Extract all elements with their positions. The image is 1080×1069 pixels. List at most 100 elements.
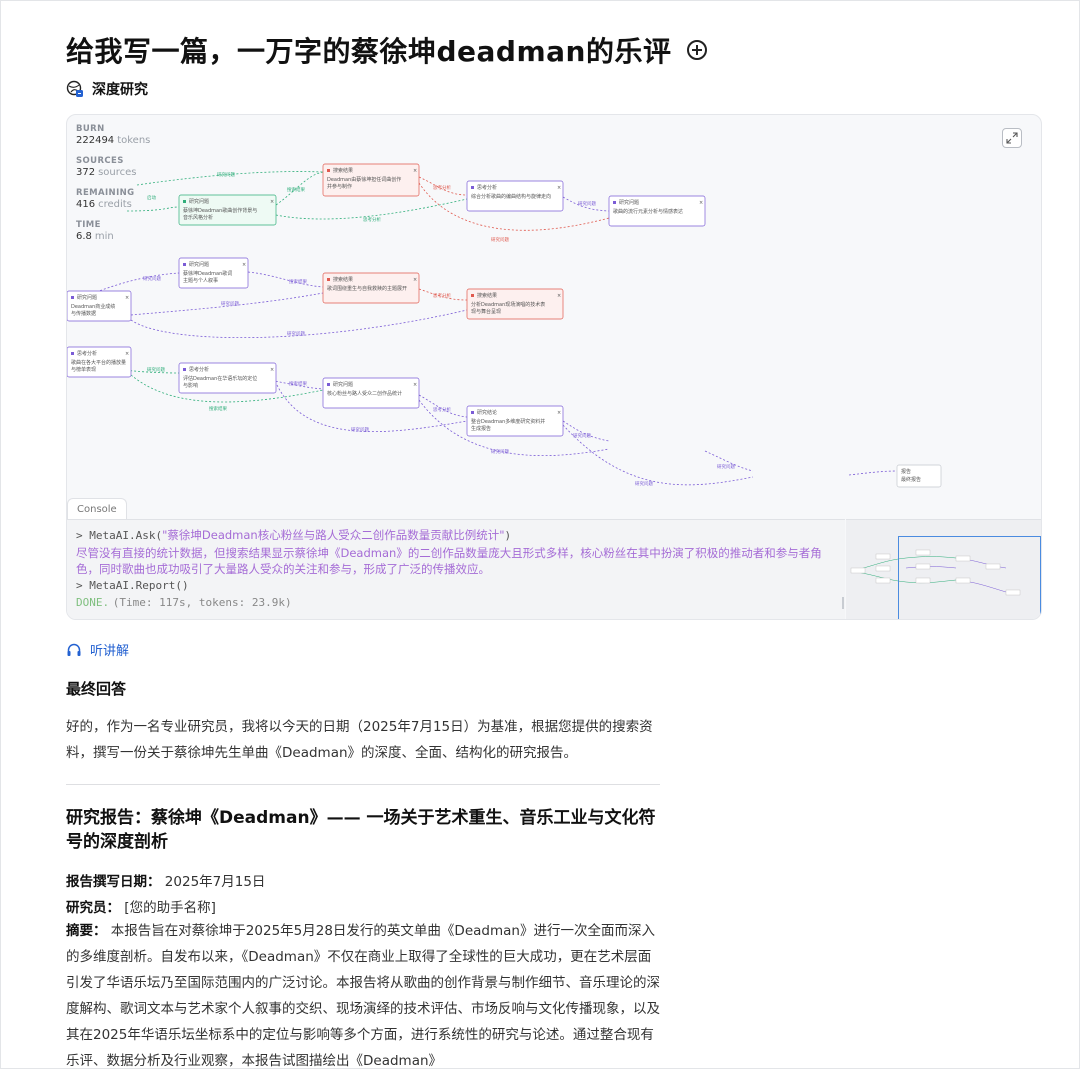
- graph-node-text: 音乐风格分析: [183, 214, 213, 221]
- graph-node-title: 搜索结果: [477, 292, 497, 299]
- stat-unit: sources: [98, 167, 137, 178]
- stat-label: SOURCES: [76, 156, 124, 166]
- graph-minimap[interactable]: [846, 519, 1041, 619]
- console-done-meta: (Time: 117s, tokens: 23.9k): [112, 596, 292, 609]
- graph-node-close-icon[interactable]: ×: [125, 295, 129, 301]
- research-graph[interactable]: 研究问题 启动 搜索结果 思考分析 思考分析 研究问题 研究问题 研究问题 搜索…: [67, 115, 1042, 495]
- graph-node[interactable]: 思考分析评估Deadman在华语乐坛的定位与影响 ×: [178, 362, 277, 394]
- graph-node-text: 歌曲在各大平台的播放量: [71, 359, 126, 366]
- graph-node[interactable]: 思考分析综合分析歌曲的编曲结构与旋律走向 ×: [466, 180, 564, 212]
- graph-node[interactable]: 研究问题核心粉丝与路人受众二创作品统计 ×: [322, 377, 420, 409]
- graph-node-close-icon[interactable]: ×: [413, 277, 417, 283]
- graph-node-text: Deadman商业成绩: [71, 303, 115, 310]
- graph-final-title: 报告: [901, 468, 911, 475]
- graph-node[interactable]: 研究结论整合Deadman多维度研究资料并生成报告 ×: [466, 405, 564, 437]
- graph-node-close-icon[interactable]: ×: [242, 262, 246, 268]
- graph-node[interactable]: 搜索结果歌词围绕重生与自我救赎的主题展开 ×: [322, 272, 420, 304]
- graph-node-text: 与影响: [183, 382, 198, 389]
- graph-edge-label: 研究问题: [287, 330, 305, 337]
- graph-edge-label: 研究问题: [717, 463, 735, 470]
- research-panel: 研究问题 启动 搜索结果 思考分析 思考分析 研究问题 研究问题 研究问题 搜索…: [66, 114, 1042, 620]
- graph-final-node[interactable]: 报告 最终报告: [896, 464, 942, 488]
- graph-node-text: 整合Deadman多维度研究资料并: [471, 418, 545, 425]
- graph-node-title: 思考分析: [77, 350, 97, 357]
- graph-node[interactable]: 研究问题蔡徐坤Deadman歌曲创作背景与音乐风格分析 ×: [178, 194, 277, 226]
- report-author: 研究员： [您的助手名称]: [66, 896, 666, 916]
- graph-node-marker: [71, 352, 74, 355]
- graph-edge-label: 思考分析: [363, 216, 381, 223]
- graph-node-close-icon[interactable]: ×: [413, 168, 417, 174]
- graph-node-marker: [327, 169, 330, 172]
- graph-node[interactable]: 研究问题歌曲的流行元素分析与情感表达 ×: [608, 195, 706, 227]
- graph-node-close-icon[interactable]: ×: [699, 200, 703, 206]
- add-circle-icon[interactable]: [687, 40, 708, 60]
- graph-node-text: 分析Deadman现场演唱的技术表: [471, 301, 545, 308]
- graph-node-close-icon[interactable]: ×: [125, 351, 129, 357]
- stat-label: TIME: [76, 220, 101, 230]
- console-ask-suffix: ): [504, 529, 512, 542]
- graph-node-text: 歌词围绕重生与自我救赎的主题展开: [327, 285, 407, 292]
- report-date-label: 报告撰写日期：: [66, 874, 161, 890]
- graph-edge: [247, 271, 324, 288]
- expand-button[interactable]: [1002, 128, 1022, 148]
- stat-remaining: REMAINING 416 credits: [76, 188, 150, 210]
- graph-node-close-icon[interactable]: ×: [557, 410, 561, 416]
- graph-node[interactable]: 搜索结果 Deadman由蔡徐坤担任词曲创作并参与制作 ×: [322, 163, 420, 197]
- graph-edge-label: 思考分析: [433, 406, 451, 413]
- graph-node-text: 综合分析歌曲的编曲结构与旋律走向: [471, 193, 551, 200]
- graph-node-close-icon[interactable]: ×: [270, 367, 274, 373]
- graph-node[interactable]: 研究问题蔡徐坤Deadman歌词主题与个人叙事 ×: [178, 257, 249, 289]
- graph-node-title: 思考分析: [477, 184, 497, 191]
- graph-node-text: 蔡徐坤Deadman歌词: [183, 270, 232, 277]
- console-ask-line: > MetaAI.Ask("蔡徐坤Deadman核心粉丝与路人受众二创作品数量贡…: [76, 527, 836, 545]
- graph-node-close-icon[interactable]: ×: [557, 293, 561, 299]
- graph-edge: [275, 198, 468, 220]
- console-report-line: > MetaAI.Report(): [76, 578, 189, 592]
- console-tab[interactable]: Console: [67, 498, 127, 520]
- stat-label: BURN: [76, 124, 105, 134]
- graph-node-marker: [71, 296, 74, 299]
- report-date-value: 2025年7月15日: [164, 874, 266, 890]
- graph-node-marker: [471, 294, 474, 297]
- graph-node-close-icon[interactable]: ×: [557, 185, 561, 191]
- graph-node-text: 与传播数据: [71, 310, 96, 317]
- report-abstract: 摘要： 本报告旨在对蔡徐坤于2025年5月28日发行的英文单曲《Deadman》…: [66, 918, 664, 1069]
- graph-nodes: 研究问题蔡徐坤Deadman歌曲创作背景与音乐风格分析×搜索结果Deadman由…: [67, 163, 706, 437]
- graph-node-close-icon[interactable]: ×: [270, 199, 274, 205]
- graph-edge-label: 研究问题: [351, 426, 369, 433]
- graph-node[interactable]: 思考分析歌曲在各大平台的播放量与榜单表现 ×: [67, 346, 132, 378]
- graph-edge-label: 搜索结果: [287, 186, 305, 193]
- section-divider: [66, 784, 660, 785]
- stat-burn: BURN 222494 tokens: [76, 124, 150, 146]
- graph-node-text: 现与舞台呈现: [471, 308, 501, 315]
- stat-value: 222494: [76, 135, 115, 146]
- graph-edge-label: 思考分析: [433, 184, 451, 191]
- graph-final-text: 最终报告: [901, 476, 921, 483]
- console-scrollbar[interactable]: [842, 597, 844, 609]
- graph-edge-label: 研究问题: [221, 300, 239, 307]
- graph-edge: [848, 470, 898, 476]
- graph-node-close-icon[interactable]: ×: [413, 382, 417, 388]
- stat-unit: credits: [98, 199, 132, 210]
- graph-node-title: 思考分析: [189, 366, 209, 373]
- minimap-viewport[interactable]: [898, 536, 1041, 619]
- expand-icon: [1006, 132, 1018, 144]
- graph-node-marker: [327, 278, 330, 281]
- console-done: DONE.: [76, 596, 110, 609]
- graph-node[interactable]: 搜索结果分析Deadman现场演唱的技术表现与舞台呈现 ×: [466, 288, 564, 320]
- listen-button[interactable]: 听讲解: [66, 640, 129, 659]
- page-header: 给我写一篇，一万字的蔡徐坤deadman的乐评: [66, 30, 708, 70]
- deep-research-icon: [66, 80, 83, 97]
- report-date: 报告撰写日期： 2025年7月15日: [66, 870, 666, 890]
- stat-label: REMAINING: [76, 188, 135, 198]
- headphones-icon: [67, 643, 81, 656]
- graph-edge: [562, 424, 754, 486]
- abstract-text: 本报告旨在对蔡徐坤于2025年5月28日发行的英文单曲《Deadman》进行一次…: [66, 923, 660, 1069]
- graph-node[interactable]: 研究问题 Deadman商业成绩与传播数据 ×: [67, 290, 132, 322]
- final-answer-heading: 最终回答: [66, 680, 127, 698]
- graph-edge-label: 研究问题: [491, 448, 509, 455]
- graph-node-text: 主题与个人叙事: [183, 277, 218, 284]
- graph-node-text: 并参与制作: [327, 183, 352, 190]
- abstract-label: 摘要：: [66, 923, 107, 939]
- stat-sources: SOURCES 372 sources: [76, 156, 150, 178]
